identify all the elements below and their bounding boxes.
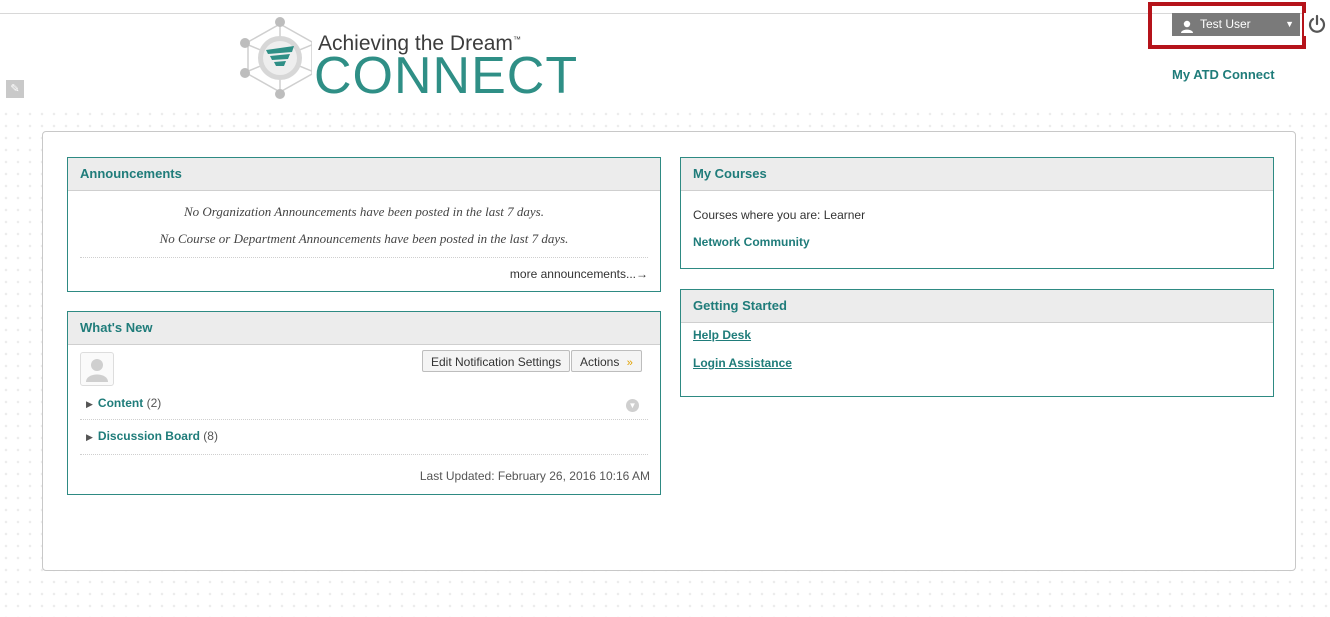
- page-header: ✎ Achieving the Dream™ CONNECT Test User…: [0, 0, 1330, 112]
- collapse-circle-icon[interactable]: ▼: [626, 399, 639, 412]
- divider: [80, 454, 648, 455]
- whats-new-title: What's New: [68, 312, 660, 345]
- my-courses-module: My Courses Courses where you are: Learne…: [680, 157, 1274, 269]
- more-announcements-link[interactable]: more announcements...→: [510, 267, 648, 281]
- actions-label: Actions: [580, 355, 620, 369]
- pencil-icon[interactable]: ✎: [6, 80, 24, 98]
- tree-item-content[interactable]: ▶ Content (2): [86, 396, 161, 410]
- course-link-network-community[interactable]: Network Community: [693, 235, 810, 249]
- tree-item-label[interactable]: Discussion Board: [98, 429, 200, 443]
- site-logo[interactable]: Achieving the Dream™ CONNECT: [232, 16, 577, 104]
- user-icon: [1180, 18, 1194, 41]
- last-updated-text: Last Updated: February 26, 2016 10:16 AM: [419, 469, 650, 483]
- double-chevron-down-icon: »: [626, 357, 633, 369]
- tree-item-count: (8): [203, 429, 218, 443]
- getting-started-module: Getting Started Help Desk Login Assistan…: [680, 289, 1274, 397]
- main-content-panel: Announcements No Organization Announceme…: [42, 131, 1296, 571]
- tree-item-label[interactable]: Content: [98, 396, 143, 410]
- caret-down-icon: ▼: [1285, 19, 1294, 29]
- logo-name: CONNECT: [314, 47, 579, 105]
- announcements-module: Announcements No Organization Announceme…: [67, 157, 661, 292]
- my-atd-connect-link[interactable]: My ATD Connect: [1172, 67, 1275, 82]
- getting-started-title: Getting Started: [681, 290, 1273, 323]
- divider: [80, 419, 648, 420]
- user-name: Test User: [1200, 17, 1251, 31]
- expand-triangle-icon: ▶: [86, 432, 93, 442]
- announcements-title: Announcements: [68, 158, 660, 191]
- org-announcements-text: No Organization Announcements have been …: [184, 204, 544, 219]
- whats-new-module: What's New Edit Notification Settings Ac…: [67, 311, 661, 495]
- my-courses-title: My Courses: [681, 158, 1273, 191]
- tree-item-discussion-board[interactable]: ▶ Discussion Board (8): [86, 429, 218, 443]
- course-role-text: Courses where you are: Learner: [693, 208, 866, 222]
- actions-button[interactable]: Actions »: [571, 350, 642, 372]
- expand-triangle-icon: ▶: [86, 399, 93, 409]
- divider: [80, 257, 648, 258]
- edit-notification-settings-button[interactable]: Edit Notification Settings: [422, 350, 571, 372]
- course-announcements-text: No Course or Department Announcements ha…: [159, 231, 569, 246]
- user-menu-button[interactable]: Test User ▼: [1172, 13, 1300, 36]
- help-desk-link[interactable]: Help Desk: [693, 328, 751, 342]
- logo-hexagon-icon: [240, 17, 315, 99]
- login-assistance-link[interactable]: Login Assistance: [693, 356, 792, 370]
- power-icon[interactable]: [1304, 13, 1330, 36]
- avatar: [80, 352, 114, 386]
- header-divider: [0, 13, 1330, 14]
- tree-item-count: (2): [146, 396, 162, 410]
